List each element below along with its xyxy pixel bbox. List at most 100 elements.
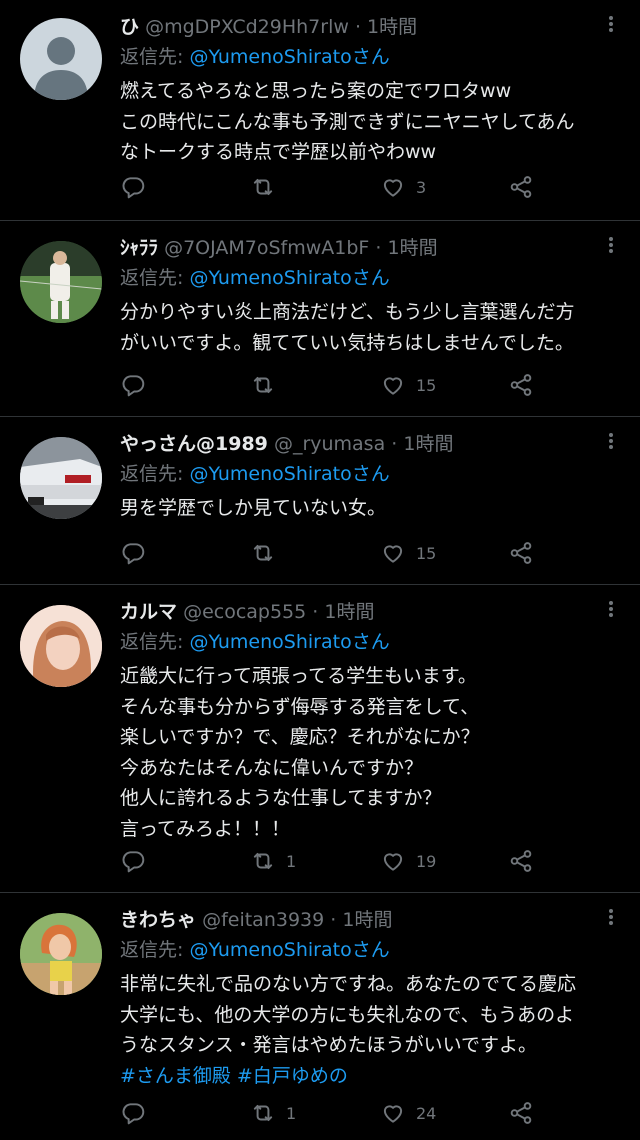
retweet-icon bbox=[253, 1104, 273, 1122]
retweet-button[interactable] bbox=[250, 172, 286, 202]
woman-portrait-photo bbox=[20, 605, 102, 687]
reply-button[interactable] bbox=[120, 172, 146, 202]
separator-dot: · bbox=[391, 433, 398, 455]
avatar-car[interactable] bbox=[20, 437, 102, 519]
user-handle[interactable]: @feitan3939 bbox=[202, 909, 324, 931]
hashtag-link[interactable]: #白戸ゆめの bbox=[237, 1065, 348, 1087]
user-handle[interactable]: @mgDPXCd29Hh7rlw bbox=[145, 16, 349, 38]
text-line: 燃えてるやろなと思ったら案の定でワロタww bbox=[120, 80, 512, 102]
reply-button[interactable] bbox=[120, 1098, 146, 1128]
text-line: 楽しいですか？で、慶応？それがなにか？ bbox=[120, 726, 480, 748]
tweet-header: やっさん@1989 @_ryumasa · 1時間 bbox=[120, 429, 580, 459]
reply-prefix: 返信先: bbox=[120, 631, 190, 653]
user-handle[interactable]: @ecocap555 bbox=[183, 601, 306, 623]
retweet-icon bbox=[253, 544, 273, 562]
retweet-button[interactable] bbox=[250, 538, 286, 568]
like-count: 24 bbox=[416, 1103, 437, 1123]
action-bar: 1 24 bbox=[120, 1098, 620, 1128]
avatar-default[interactable] bbox=[20, 18, 102, 100]
heart-icon bbox=[383, 377, 403, 395]
reply-to-link[interactable]: @YumenoShiratoさん bbox=[189, 267, 389, 289]
baseball-player-photo bbox=[20, 241, 102, 323]
tweet-2[interactable]: ｼｬﾗﾗ @7OJAM7oSfmwA1bF · 1時間 返信先: @Yumeno… bbox=[0, 221, 640, 417]
reply-icon bbox=[122, 543, 145, 565]
separator-dot: · bbox=[354, 16, 361, 38]
reply-prefix: 返信先: bbox=[120, 267, 190, 289]
share-button[interactable] bbox=[508, 1098, 534, 1128]
heart-icon bbox=[383, 179, 403, 197]
like-button[interactable]: 15 bbox=[380, 370, 436, 400]
more-options-icon[interactable] bbox=[604, 599, 618, 621]
text-line: 男を学歴でしか見ていない女。 bbox=[120, 497, 387, 519]
action-bar: 15 bbox=[120, 370, 620, 400]
share-icon bbox=[510, 374, 532, 396]
reply-to-link[interactable]: @YumenoShiratoさん bbox=[189, 463, 389, 485]
tweet-4[interactable]: カルマ @ecocap555 · 1時間 返信先: @YumenoShirato… bbox=[0, 585, 640, 893]
avatar-woman[interactable] bbox=[20, 605, 102, 687]
action-bar: 1 19 bbox=[120, 846, 620, 876]
display-name[interactable]: ひ bbox=[120, 16, 139, 38]
timestamp[interactable]: 1時間 bbox=[367, 16, 417, 38]
tweet-text: 燃えてるやろなと思ったら案の定でワロタww この時代にこんな事も予測できずにニヤ… bbox=[120, 76, 620, 168]
reply-to: 返信先: @YumenoShiratoさん bbox=[120, 935, 390, 965]
share-button[interactable] bbox=[508, 172, 534, 202]
reply-to: 返信先: @YumenoShiratoさん bbox=[120, 42, 390, 72]
tweet-header: きわちゃ @feitan3939 · 1時間 bbox=[120, 905, 580, 935]
text-line: 言ってみろよ！！！ bbox=[120, 817, 291, 840]
avatar-baseball[interactable] bbox=[20, 241, 102, 323]
reply-to-link[interactable]: @YumenoShiratoさん bbox=[189, 46, 389, 68]
text-line: そんな事も分からず侮辱する発言をして、 bbox=[120, 695, 480, 718]
tweet-1[interactable]: ひ @mgDPXCd29Hh7rlw · 1時間 返信先: @YumenoShi… bbox=[0, 0, 640, 221]
user-handle[interactable]: @7OJAM7oSfmwA1bF bbox=[164, 237, 369, 259]
timestamp[interactable]: 1時間 bbox=[388, 237, 438, 259]
more-options-icon[interactable] bbox=[604, 907, 618, 929]
retweet-button[interactable]: 1 bbox=[250, 846, 296, 876]
woman-outdoor-photo bbox=[20, 913, 102, 995]
share-button[interactable] bbox=[508, 370, 534, 400]
tweet-text: 非常に失礼で品のない方ですね。あなたのでてる慶応 大学にも、他の大学の方にも失礼… bbox=[120, 969, 620, 1091]
display-name[interactable]: カルマ bbox=[120, 601, 177, 623]
user-handle[interactable]: @_ryumasa bbox=[274, 433, 385, 455]
heart-icon bbox=[383, 853, 403, 871]
more-options-icon[interactable] bbox=[604, 431, 618, 453]
share-button[interactable] bbox=[508, 538, 534, 568]
reply-to-link[interactable]: @YumenoShiratoさん bbox=[189, 939, 389, 961]
reply-button[interactable] bbox=[120, 370, 146, 400]
tweet-5[interactable]: きわちゃ @feitan3939 · 1時間 返信先: @YumenoShira… bbox=[0, 893, 640, 1140]
tweet-3[interactable]: やっさん@1989 @_ryumasa · 1時間 返信先: @YumenoSh… bbox=[0, 417, 640, 585]
display-name[interactable]: ｼｬﾗﾗ bbox=[120, 237, 158, 259]
more-options-icon[interactable] bbox=[604, 235, 618, 257]
share-icon bbox=[510, 850, 532, 872]
share-icon bbox=[510, 176, 532, 198]
share-button[interactable] bbox=[508, 846, 534, 876]
tweet-header: ｼｬﾗﾗ @7OJAM7oSfmwA1bF · 1時間 bbox=[120, 233, 580, 263]
retweet-icon bbox=[253, 178, 273, 196]
like-button[interactable]: 24 bbox=[380, 1098, 436, 1128]
reply-to-link[interactable]: @YumenoShiratoさん bbox=[189, 631, 389, 653]
reply-button[interactable] bbox=[120, 846, 146, 876]
like-button[interactable]: 3 bbox=[380, 172, 426, 202]
display-name[interactable]: やっさん@1989 bbox=[120, 433, 268, 455]
heart-icon bbox=[383, 1105, 403, 1123]
reply-button[interactable] bbox=[120, 538, 146, 568]
hashtag-link[interactable]: #さんま御殿 bbox=[120, 1065, 231, 1087]
retweet-button[interactable] bbox=[250, 370, 286, 400]
timestamp[interactable]: 1時間 bbox=[342, 909, 392, 931]
more-options-icon[interactable] bbox=[604, 14, 618, 36]
hashtag-line: #さんま御殿 #白戸ゆめの bbox=[120, 1061, 620, 1092]
like-button[interactable]: 15 bbox=[380, 538, 436, 568]
reply-icon bbox=[122, 177, 145, 199]
text-line: がいいですよ。観てていい気持ちはしませんでした。 bbox=[120, 331, 574, 354]
like-button[interactable]: 19 bbox=[380, 846, 436, 876]
timestamp[interactable]: 1時間 bbox=[324, 601, 374, 623]
timestamp[interactable]: 1時間 bbox=[403, 433, 453, 455]
text-line: 近畿大に行って頑張ってる学生もいます。 bbox=[120, 665, 477, 687]
text-line: 他人に誇れるような仕事してますか？ bbox=[120, 787, 442, 809]
display-name[interactable]: きわちゃ bbox=[120, 909, 196, 931]
retweet-count: 1 bbox=[286, 851, 297, 871]
avatar-woman-outdoor[interactable] bbox=[20, 913, 102, 995]
tweet-text: 分かりやすい炎上商法だけど、もう少し言葉選んだ方 がいいですよ。観てていい気持ち… bbox=[120, 297, 620, 358]
text-line: 今あなたはそんなに偉いんですか？ bbox=[120, 756, 424, 779]
action-bar: 3 bbox=[120, 172, 620, 202]
retweet-button[interactable]: 1 bbox=[250, 1098, 296, 1128]
